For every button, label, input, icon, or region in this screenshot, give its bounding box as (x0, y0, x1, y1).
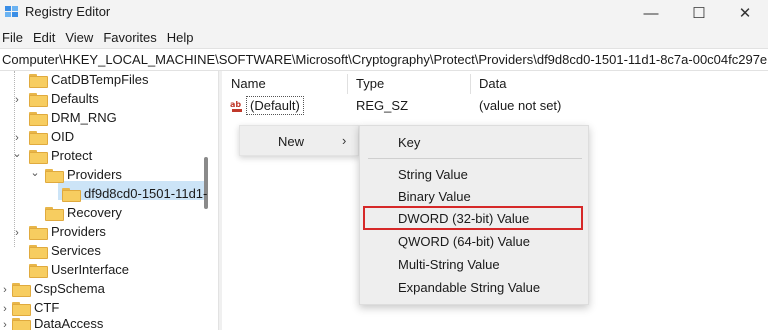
collapse-chevron-icon[interactable]: ⌄ (30, 163, 40, 182)
value-name[interactable]: (Default) (246, 96, 304, 115)
menu-bar: File Edit View Favorites Help (0, 26, 768, 48)
tree-item-label: Recovery (67, 205, 122, 220)
column-divider[interactable] (470, 74, 471, 94)
tree-item-label: CatDBTempFiles (51, 72, 149, 87)
column-divider[interactable] (347, 74, 348, 94)
tree-item-label: OID (51, 129, 75, 144)
folder-icon (29, 226, 48, 240)
tree-item[interactable]: DRM_RNG (0, 109, 204, 128)
folder-icon (29, 245, 48, 259)
menu-item-new-label: New (278, 134, 305, 149)
minimize-button[interactable]: — (628, 0, 674, 26)
tree-item[interactable]: UserInterface (0, 261, 204, 280)
registry-editor-icon (5, 6, 18, 17)
tree-item[interactable]: › Providers (0, 223, 204, 242)
folder-icon (29, 112, 48, 126)
folder-icon (12, 318, 31, 330)
title-bar: Registry Editor — ☐ ✕ (0, 0, 768, 26)
expand-chevron-icon[interactable]: › (0, 280, 10, 299)
address-path: Computer\HKEY_LOCAL_MACHINE\SOFTWARE\Mic… (2, 52, 768, 67)
tree-item[interactable]: › DataAccess (0, 315, 204, 330)
folder-icon (62, 188, 81, 202)
address-bar[interactable]: Computer\HKEY_LOCAL_MACHINE\SOFTWARE\Mic… (0, 48, 768, 71)
svg-text:ab: ab (230, 100, 241, 109)
tree-item-label: Protect (51, 148, 93, 163)
tree-item-label: Providers (67, 167, 122, 182)
tree-item[interactable]: Services (0, 242, 204, 261)
submenu-arrow-icon: › (342, 133, 347, 148)
tree-item[interactable]: ⌄ Providers (0, 166, 204, 185)
folder-icon (12, 302, 31, 316)
submenu-item-dword-value[interactable]: DWORD (32-bit) Value (398, 211, 529, 226)
tree-item[interactable]: Recovery (0, 204, 204, 223)
submenu-item-multi-string-value[interactable]: Multi-String Value (398, 257, 500, 272)
tree-item-label: Services (51, 243, 101, 258)
tree-item[interactable]: › Defaults (0, 90, 204, 109)
tree-item-label: CTF (34, 300, 60, 315)
collapse-chevron-icon[interactable]: ⌄ (12, 144, 22, 163)
menu-edit[interactable]: Edit (29, 30, 61, 45)
expand-chevron-icon[interactable]: › (12, 90, 22, 109)
value-type: REG_SZ (356, 98, 409, 113)
context-menu: New › (239, 125, 359, 156)
folder-icon (29, 264, 48, 278)
tree-item-label: DRM_RNG (51, 110, 117, 125)
expand-chevron-icon[interactable]: › (12, 223, 22, 242)
expand-chevron-icon[interactable]: › (0, 315, 10, 330)
tree-item-label: Providers (51, 224, 106, 239)
folder-open-icon (29, 150, 48, 164)
tree-item-label: CspSchema (34, 281, 105, 296)
column-header-name[interactable]: Name (231, 76, 266, 91)
submenu-item-qword-value[interactable]: QWORD (64-bit) Value (398, 234, 530, 249)
submenu-item-string-value[interactable]: String Value (398, 167, 468, 182)
folder-open-icon (45, 169, 64, 183)
folder-icon (29, 131, 48, 145)
folder-icon (29, 74, 48, 88)
folder-icon (29, 93, 48, 107)
registry-tree[interactable]: CatDBTempFiles › Defaults DRM_RNG › OID … (0, 71, 211, 330)
new-submenu: Key String Value Binary Value DWORD (32-… (359, 125, 589, 305)
tree-scrollbar[interactable] (204, 157, 208, 209)
close-icon: ✕ (738, 5, 752, 22)
submenu-item-key[interactable]: Key (398, 135, 420, 150)
tree-item[interactable]: › CspSchema (0, 280, 204, 299)
menu-view[interactable]: View (61, 30, 99, 45)
column-header-data[interactable]: Data (479, 76, 506, 91)
tree-item[interactable]: › OID (0, 128, 204, 147)
menu-help[interactable]: Help (163, 30, 200, 45)
menu-favorites[interactable]: Favorites (99, 30, 162, 45)
menu-separator (368, 158, 582, 159)
string-value-icon: ab (230, 100, 242, 112)
folder-icon (45, 207, 64, 221)
tree-item[interactable]: CatDBTempFiles (0, 71, 204, 90)
minimize-icon: — (643, 4, 659, 22)
submenu-item-binary-value[interactable]: Binary Value (398, 189, 471, 204)
close-button[interactable]: ✕ (722, 0, 768, 26)
window-title: Registry Editor (25, 4, 111, 19)
tree-item-label: df9d8cd0-1501-11d1- (84, 186, 208, 201)
menu-file[interactable]: File (0, 30, 29, 45)
tree-item-label: Defaults (51, 91, 99, 106)
tree-item-label: DataAccess (34, 316, 104, 330)
submenu-item-expandable-string-value[interactable]: Expandable String Value (398, 280, 540, 295)
maximize-icon: ☐ (692, 5, 706, 22)
menu-item-new[interactable]: New › (240, 126, 358, 155)
column-header-type[interactable]: Type (356, 76, 384, 91)
maximize-button[interactable]: ☐ (676, 0, 722, 26)
tree-item-label: UserInterface (51, 262, 130, 277)
value-data: (value not set) (479, 98, 562, 113)
folder-icon (12, 283, 31, 297)
tree-item-selected[interactable]: df9d8cd0-1501-11d1- (0, 185, 208, 204)
